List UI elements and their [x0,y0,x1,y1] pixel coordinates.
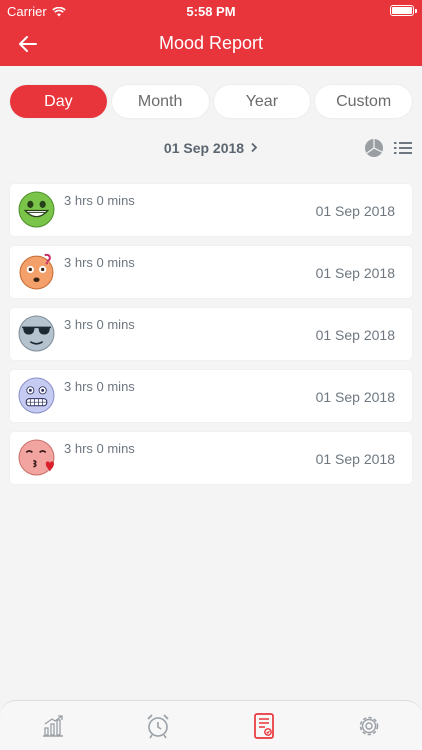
battery-icon [390,5,417,16]
entry-duration: 3 hrs 0 mins [64,317,135,332]
segment-year[interactable]: Year [213,85,311,118]
date-picker[interactable]: 01 Sep 2018 [0,140,422,156]
alarm-clock-icon [147,713,169,738]
entry-duration: 3 hrs 0 mins [64,193,135,208]
date-selector: 01 Sep 2018 [0,138,422,160]
chevron-right-icon [250,140,258,156]
entry-date: 01 Sep 2018 [315,265,395,281]
mood-entry[interactable]: 3 hrs 0 mins 01 Sep 2018 [10,308,412,360]
tab-settings[interactable] [317,701,422,750]
grimacing-face-icon [18,377,55,414]
segment-month[interactable]: Month [111,85,209,118]
entry-duration: 3 hrs 0 mins [64,255,135,270]
list-icon[interactable] [394,140,412,156]
entry-date: 01 Sep 2018 [315,327,395,343]
status-bar: Carrier 5:58 PM [0,0,422,22]
confused-face-icon [19,253,54,290]
pie-chart-icon[interactable] [364,138,384,158]
gear-icon [359,716,379,735]
entry-date: 01 Sep 2018 [315,451,395,467]
stats-icon [42,714,63,737]
period-segmented-control: Day Month Year Custom [10,85,412,118]
tab-alarm[interactable] [106,701,212,750]
sunglasses-face-icon [18,315,55,352]
status-time: 5:58 PM [186,4,236,19]
selected-date: 01 Sep 2018 [163,140,245,156]
tab-stats[interactable] [0,701,106,750]
segment-day[interactable]: Day [10,85,107,118]
grinning-face-icon [18,191,55,228]
report-icon [253,712,274,739]
mood-entry[interactable]: 3 hrs 0 mins 01 Sep 2018 [10,246,412,298]
nav-bar: Mood Report [0,22,422,66]
mood-entry[interactable]: 3 hrs 0 mins 01 Sep 2018 [10,432,412,484]
tab-bar [0,700,422,750]
entry-date: 01 Sep 2018 [315,389,395,405]
page-title: Mood Report [158,33,264,53]
entry-duration: 3 hrs 0 mins [64,441,135,456]
mood-entry[interactable]: 3 hrs 0 mins 01 Sep 2018 [10,184,412,236]
kissing-face-icon [18,439,55,476]
tab-report[interactable] [211,701,317,750]
mood-entry[interactable]: 3 hrs 0 mins 01 Sep 2018 [10,370,412,422]
entry-duration: 3 hrs 0 mins [64,379,135,394]
segment-custom[interactable]: Custom [315,85,412,118]
entry-date: 01 Sep 2018 [315,203,395,219]
mood-entries-list: 3 hrs 0 mins 01 Sep 2018 3 hrs 0 mins 01… [10,184,412,494]
